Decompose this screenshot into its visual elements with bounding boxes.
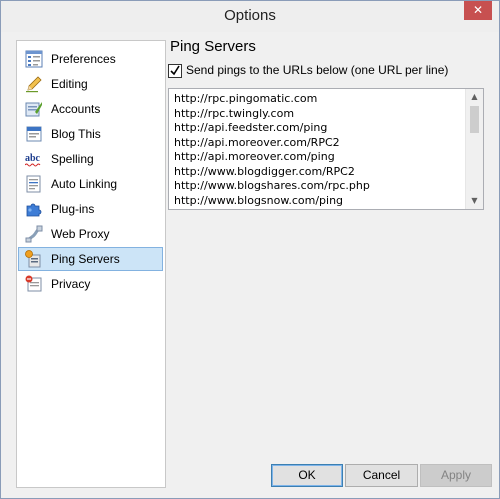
pencil-icon	[26, 76, 42, 93]
ping-url-line: http://www.blogsnow.com/ping	[174, 193, 344, 207]
sidebar-item-auto-linking[interactable]: Auto Linking	[18, 172, 163, 196]
ping-url-line: http://api.moreover.com/ping	[174, 150, 335, 163]
close-icon: ✕	[472, 3, 484, 17]
accounts-icon	[25, 102, 42, 117]
sidebar-item-label: Spelling	[51, 152, 94, 166]
close-button[interactable]: ✕	[464, 1, 492, 20]
sidebar-item-label: Ping Servers	[51, 252, 120, 266]
sidebar-item-label: Privacy	[51, 277, 91, 291]
sidebar-item-editing[interactable]: Editing	[18, 72, 163, 96]
sidebar-item-privacy[interactable]: Privacy	[18, 272, 163, 296]
sidebar-item-label: Preferences	[51, 52, 116, 66]
options-dialog: Options ✕ Preferences Editing Accounts B…	[0, 0, 500, 499]
checkmark-icon	[170, 65, 180, 76]
scroll-down-icon[interactable]: ▼	[466, 194, 483, 208]
sidebar-item-label: Blog This	[51, 127, 101, 141]
ping-urls-textarea[interactable]: http://rpc.pingomatic.com http://rpc.twi…	[168, 88, 484, 210]
send-pings-checkbox[interactable]	[168, 64, 182, 78]
ping-url-line: http://api.moreover.com/RPC2	[174, 135, 340, 149]
ping-url-line: http://rpc.twingly.com	[174, 106, 295, 120]
sidebar-item-preferences[interactable]: Preferences	[18, 47, 163, 71]
scroll-up-icon[interactable]: ▲	[466, 90, 483, 104]
cancel-button[interactable]: Cancel	[345, 464, 418, 487]
send-pings-label[interactable]: Send pings to the URLs below (one URL pe…	[186, 63, 448, 77]
sidebar-item-label: Web Proxy	[51, 227, 110, 241]
sidebar-item-accounts[interactable]: Accounts	[18, 97, 163, 121]
blog-this-icon	[26, 126, 42, 142]
auto-linking-icon	[26, 175, 41, 193]
ping-url-line: http://api.feedster.com/ping	[174, 121, 328, 134]
sidebar-item-ping-servers[interactable]: Ping Servers	[18, 247, 163, 271]
puzzle-piece-icon	[26, 203, 42, 217]
sidebar-item-label: Editing	[51, 77, 88, 91]
vertical-scrollbar[interactable]: ▲ ▼	[465, 89, 483, 209]
page-title: Ping Servers	[170, 38, 256, 55]
sidebar-item-plug-ins[interactable]: Plug-ins	[18, 197, 163, 221]
sidebar-item-web-proxy[interactable]: Web Proxy	[18, 222, 163, 246]
ping-servers-icon	[25, 250, 41, 268]
sidebar-item-blog-this[interactable]: Blog This	[18, 122, 163, 146]
options-sidebar: Preferences Editing Accounts Blog This a…	[16, 40, 166, 488]
sidebar-item-spelling[interactable]: abc Spelling	[18, 147, 163, 171]
ok-button[interactable]: OK	[271, 464, 343, 487]
sidebar-item-label: Accounts	[51, 102, 101, 116]
scroll-thumb[interactable]	[470, 106, 479, 133]
ping-url-list: http://rpc.pingomatic.com http://rpc.twi…	[174, 92, 370, 208]
title-bar[interactable]: Options ✕	[1, 1, 499, 32]
apply-button[interactable]: Apply	[420, 464, 492, 487]
sidebar-item-label: Plug-ins	[51, 202, 95, 216]
sidebar-item-label: Auto Linking	[51, 177, 118, 191]
ping-url-line: http://www.blogdigger.com/RPC2	[174, 164, 355, 178]
window-title: Options	[224, 7, 276, 24]
ping-url-line: http://rpc.pingomatic.com	[174, 92, 318, 105]
web-proxy-icon	[25, 225, 43, 243]
dialog-client-area: Preferences Editing Accounts Blog This a…	[8, 32, 492, 491]
privacy-icon	[25, 275, 42, 292]
svg-text:abc: abc	[25, 153, 41, 164]
spelling-abc-icon: abc	[25, 153, 41, 167]
preferences-icon	[25, 50, 43, 68]
ping-url-line: http://www.blogshares.com/rpc.php	[174, 179, 370, 192]
